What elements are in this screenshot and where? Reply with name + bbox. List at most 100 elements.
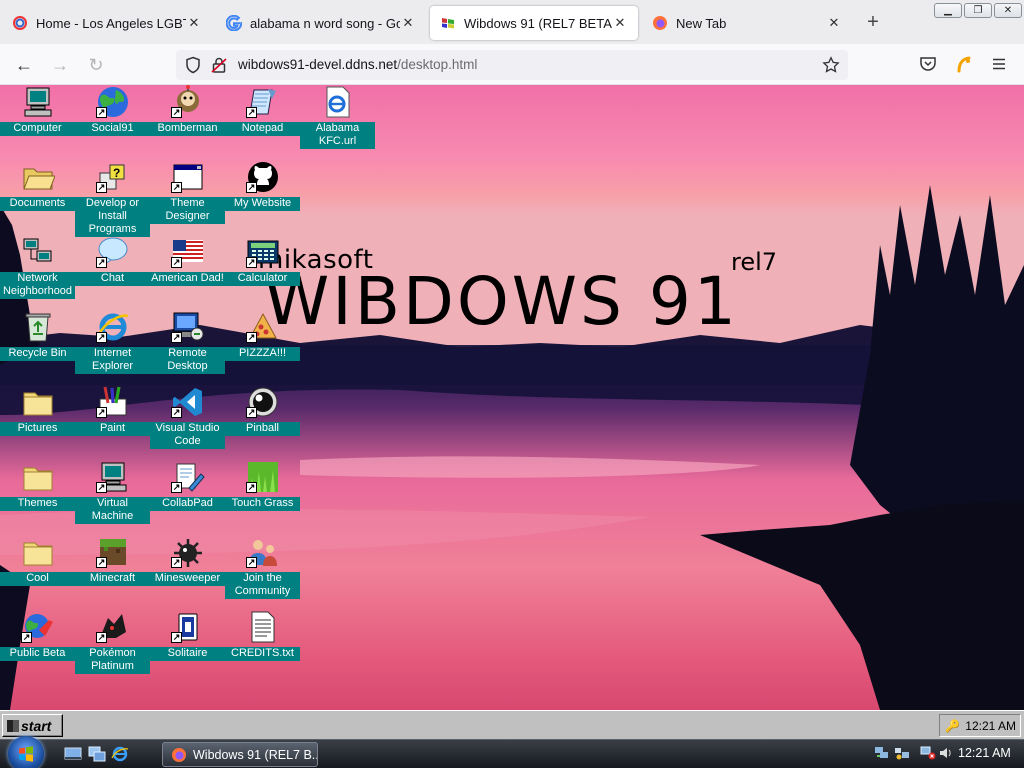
- switch-windows-icon[interactable]: [88, 746, 106, 762]
- close-window-icon[interactable]: ✕: [994, 3, 1022, 18]
- desktop-icon-pok-mon-platinum[interactable]: ↗ Pokémon Platinum: [75, 610, 150, 685]
- desktop-icon-label: Pinball: [225, 422, 300, 436]
- shortcut-arrow-icon: ↗: [171, 557, 182, 568]
- desktop-icon-theme-designer[interactable]: ↗ Theme Designer: [150, 160, 225, 235]
- windows-start-orb[interactable]: [8, 736, 44, 768]
- pocket-icon[interactable]: [919, 55, 937, 78]
- desktop-icon-social91[interactable]: ↗ Social91: [75, 85, 150, 160]
- desktop-icon-label: CREDITS.txt: [225, 647, 300, 661]
- tab-wibdows-91[interactable]: Wibdows 91 (REL7 BETA!) ✕: [430, 6, 638, 40]
- desktop-icon-network-neighborhood[interactable]: Network Neighborhood: [0, 235, 75, 310]
- desktop-icon-join-the-community[interactable]: ↗ Join the Community: [225, 535, 300, 610]
- back-arrow-icon[interactable]: ←: [12, 53, 36, 77]
- key-icon[interactable]: 🔑: [945, 720, 960, 732]
- desktop-icon-credits-txt[interactable]: CREDITS.txt: [225, 610, 300, 685]
- shortcut-arrow-icon: ↗: [171, 257, 182, 268]
- desktop-icon-label: Paint: [75, 422, 150, 436]
- desktop-icon-label: Recycle Bin: [0, 347, 75, 361]
- insecure-lock-icon[interactable]: [210, 56, 228, 79]
- desktop-icon-label: American Dad!: [150, 272, 225, 286]
- extension-icon[interactable]: [955, 55, 973, 78]
- desktop-icon-cool[interactable]: Cool: [0, 535, 75, 610]
- volume-tray-icon[interactable]: [938, 746, 954, 760]
- desktop-icon-paint[interactable]: ↗ Paint: [75, 385, 150, 460]
- shortcut-arrow-icon: ↗: [96, 632, 107, 643]
- url-text[interactable]: wibdows91-devel.ddns.net/desktop.html: [238, 57, 477, 72]
- tab-close-icon[interactable]: ✕: [826, 15, 842, 31]
- shortcut-arrow-icon: ↗: [96, 332, 107, 343]
- show-desktop-icon[interactable]: [64, 746, 82, 762]
- action-center-tray-icon[interactable]: [894, 746, 910, 760]
- desktop-icon-notepad[interactable]: ↗ Notepad: [225, 85, 300, 160]
- desktop-icon-label: Internet Explorer: [75, 347, 150, 374]
- tab-title: alabama n word song - Googl: [250, 15, 400, 31]
- tab-lgbt-center[interactable]: Home - Los Angeles LGBT Ce ✕: [2, 6, 212, 40]
- desktop-icon-public-beta[interactable]: ↗ Public Beta: [0, 610, 75, 685]
- tab-close-icon[interactable]: ✕: [612, 15, 628, 31]
- wibdows-desktop[interactable]: mikasoft WIBDOWS 91 rel7 Computer ↗ Social…: [0, 85, 1024, 710]
- desktop-icon-pictures[interactable]: Pictures: [0, 385, 75, 460]
- internet-shortcut-icon: [321, 85, 355, 119]
- forward-arrow-icon[interactable]: →: [48, 53, 72, 77]
- shortcut-arrow-icon: ↗: [171, 482, 182, 493]
- desktop-icon-label: Minecraft: [75, 572, 150, 586]
- desktop-icon-label: Theme Designer: [150, 197, 225, 224]
- minimize-window-icon[interactable]: ▁: [934, 3, 962, 18]
- shield-icon[interactable]: [184, 56, 202, 79]
- desktop-icon-alabama-kfc-url[interactable]: Alabama KFC.url: [300, 85, 375, 160]
- shortcut-arrow-icon: ↗: [246, 107, 257, 118]
- reload-icon[interactable]: ↻: [84, 53, 108, 77]
- browser-tab-strip: Home - Los Angeles LGBT Ce ✕ alabama n w…: [0, 0, 1024, 44]
- network-tray-icon[interactable]: [874, 746, 890, 760]
- desktop-icon-pinball[interactable]: ↗ Pinball: [225, 385, 300, 460]
- tab-new-tab[interactable]: New Tab ✕: [642, 6, 852, 40]
- folder-icon: [21, 385, 55, 419]
- taskbar-button-wibdows[interactable]: Wibdows 91 (REL7 B...: [162, 742, 318, 767]
- desktop-icon-bomberman[interactable]: ↗ Bomberman: [150, 85, 225, 160]
- desktop-icon-my-website[interactable]: ↗ My Website: [225, 160, 300, 235]
- desktop-icon-chat[interactable]: ↗ Chat: [75, 235, 150, 310]
- desktop-icon-touch-grass[interactable]: ↗ Touch Grass: [225, 460, 300, 535]
- desktop-icon-label: Minesweeper: [150, 572, 225, 586]
- wibdows-91-logo-text: WIBDOWS 91: [264, 263, 739, 340]
- host-clock[interactable]: 12:21 AM: [958, 746, 1011, 760]
- start-button[interactable]: start: [2, 714, 63, 737]
- desktop-icon-themes[interactable]: Themes: [0, 460, 75, 535]
- desktop-icon-collabpad[interactable]: ↗ CollabPad: [150, 460, 225, 535]
- desktop-icon-virtual-machine[interactable]: ↗ Virtual Machine: [75, 460, 150, 535]
- desktop-icon-computer[interactable]: Computer: [0, 85, 75, 160]
- address-bar[interactable]: wibdows91-devel.ddns.net/desktop.html: [176, 50, 848, 80]
- bookmark-star-icon[interactable]: [822, 56, 840, 79]
- desktop-icon-documents[interactable]: Documents: [0, 160, 75, 235]
- restore-window-icon[interactable]: ❐: [964, 3, 992, 18]
- desktop-icon-american-dad[interactable]: ↗ American Dad!: [150, 235, 225, 310]
- new-tab-plus-icon[interactable]: +: [862, 11, 884, 33]
- tab-close-icon[interactable]: ✕: [400, 15, 416, 31]
- internet-explorer-quicklaunch-icon[interactable]: [111, 746, 129, 762]
- google-favicon-icon: [225, 14, 243, 32]
- firefox-icon: [172, 747, 186, 762]
- desktop-icon-calculator[interactable]: ↗ Calculator: [225, 235, 300, 310]
- tab-close-icon[interactable]: ✕: [186, 15, 202, 31]
- desktop-icon-visual-studio-code[interactable]: ↗ Visual Studio Code: [150, 385, 225, 460]
- tab-google-search[interactable]: alabama n word song - Googl ✕: [216, 6, 426, 40]
- desktop-icon-solitaire[interactable]: ↗ Solitaire: [150, 610, 225, 685]
- shortcut-arrow-icon: ↗: [246, 182, 257, 193]
- desktop-icon-develop-or-install-programs[interactable]: ? ↗ Develop or Install Programs: [75, 160, 150, 237]
- desktop-icon-label: Develop or Install Programs: [75, 197, 150, 237]
- rainbow-favicon-icon: [12, 15, 28, 31]
- desktop-icon-minecraft[interactable]: ↗ Minecraft: [75, 535, 150, 610]
- desktop-icon-internet-explorer[interactable]: ↗ Internet Explorer: [75, 310, 150, 385]
- desktop-icon-label: Calculator: [225, 272, 300, 286]
- hamburger-menu-icon[interactable]: [990, 55, 1008, 78]
- desktop-icon-remote-desktop[interactable]: ↗ Remote Desktop: [150, 310, 225, 385]
- computer-icon: [21, 85, 55, 119]
- start-label: start: [21, 717, 52, 734]
- desktop-icon-recycle-bin[interactable]: Recycle Bin: [0, 310, 75, 385]
- network-icon: [21, 235, 55, 269]
- desktop-icon-pizzza[interactable]: ↗ PIZZZA!!!: [225, 310, 300, 385]
- shortcut-arrow-icon: ↗: [96, 407, 107, 418]
- network-disconnected-tray-icon[interactable]: [920, 746, 936, 760]
- desktop-icon-minesweeper[interactable]: ↗ Minesweeper: [150, 535, 225, 610]
- windows-flag-icon: [19, 746, 33, 762]
